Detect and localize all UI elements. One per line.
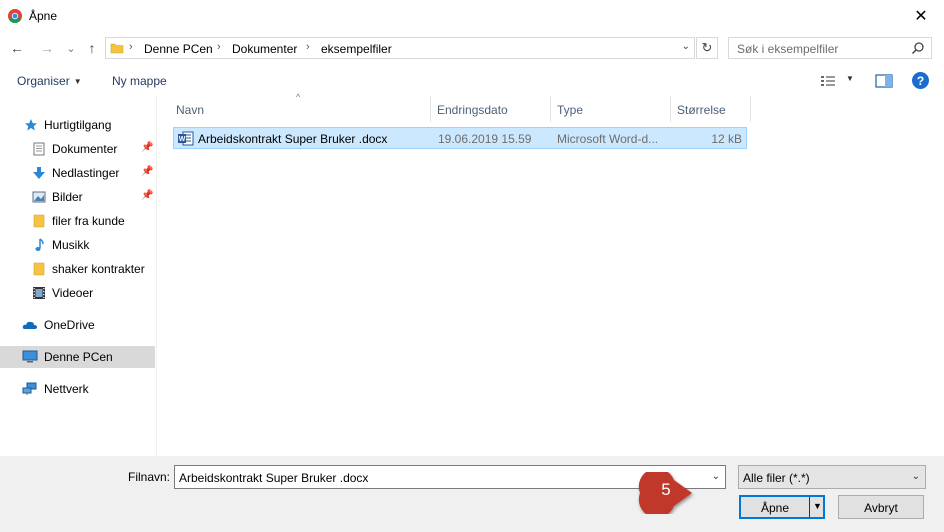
pictures-icon [32, 191, 46, 203]
column-header-type[interactable]: Type [551, 96, 670, 122]
documents-icon [33, 142, 45, 156]
word-document-icon: W [178, 131, 194, 146]
sidebar-item-filer-fra-kunde[interactable]: filer fra kunde [0, 210, 155, 232]
download-icon [33, 167, 45, 179]
network-icon [22, 382, 37, 395]
star-icon [25, 119, 37, 131]
breadcrumb-documents[interactable]: Dokumenter [232, 42, 297, 56]
open-button-label: Åpne [760, 501, 790, 515]
sidebar-item-label: Nettverk [44, 382, 89, 396]
organize-arrow-icon: ▼ [73, 77, 82, 87]
sidebar-item-label: Musikk [52, 238, 90, 252]
view-options-icon[interactable] [820, 74, 836, 88]
sidebar-item-documents[interactable]: Dokumenter 📌 [0, 138, 155, 160]
music-icon [35, 238, 44, 251]
column-header-name[interactable]: Navn [170, 96, 430, 122]
cancel-button-label: Avbryt [864, 501, 898, 515]
open-button[interactable]: Åpne ▼ [739, 495, 825, 519]
sidebar-item-label: shaker kontrakter [52, 262, 145, 276]
sidebar-item-label: Videoer [52, 286, 94, 300]
file-name: Arbeidskontrakt Super Bruker .docx [198, 132, 388, 146]
help-icon[interactable]: ? [912, 72, 929, 89]
title-bar: Åpne ✕ [0, 0, 944, 32]
open-dropdown-icon[interactable]: ▼ [813, 501, 822, 511]
new-folder-button[interactable]: Ny mappe [112, 74, 167, 88]
sidebar-item-videos[interactable]: Videoer [0, 282, 155, 304]
breadcrumb-separator: › [306, 41, 310, 53]
sidebar-item-music[interactable]: Musikk [0, 234, 155, 256]
sidebar-item-label: OneDrive [44, 318, 95, 332]
sidebar-item-this-pc[interactable]: Denne PCen [0, 346, 155, 368]
search-placeholder: Søk i eksempelfiler [737, 42, 839, 56]
sidebar-item-quick-access[interactable]: Hurtigtilgang [0, 114, 155, 136]
sidebar-item-pictures[interactable]: Bilder 📌 [0, 186, 155, 208]
folder-icon [33, 214, 45, 228]
filename-label: Filnavn: [128, 470, 171, 484]
chrome-icon [8, 9, 22, 23]
window-title: Åpne [29, 9, 58, 23]
breadcrumb-this-pc[interactable]: Denne PCen [144, 42, 213, 56]
cancel-button[interactable]: Avbryt [838, 495, 924, 519]
preview-pane-icon[interactable] [875, 74, 893, 88]
file-type-select[interactable]: Alle filer (*.*) ⌄ [738, 465, 926, 489]
breadcrumb-separator: › [129, 41, 133, 53]
pin-icon: 📌 [141, 142, 154, 153]
recent-locations-button[interactable]: ⌄ [62, 40, 80, 56]
search-box[interactable]: Søk i eksempelfiler [728, 37, 932, 59]
sidebar-item-label: Dokumenter [52, 142, 118, 156]
pin-icon: 📌 [141, 166, 154, 177]
step-number: 5 [661, 480, 671, 499]
sidebar-item-downloads[interactable]: Nedlastinger 📌 [0, 162, 155, 184]
sidebar-item-label: Hurtigtilgang [44, 118, 112, 132]
folder-icon [110, 43, 124, 54]
view-dropdown-icon[interactable]: ▼ [846, 74, 854, 83]
sidebar-item-label: Denne PCen [44, 350, 113, 364]
filename-value: Arbeidskontrakt Super Bruker .docx [179, 471, 369, 485]
split-divider [809, 497, 810, 517]
column-header-date[interactable]: Endringsdato [431, 96, 550, 122]
column-header-label: Endringsdato [437, 103, 508, 117]
refresh-button[interactable]: ↻ [696, 37, 718, 59]
file-row[interactable]: W Arbeidskontrakt Super Bruker .docx 19.… [173, 127, 747, 149]
forward-button[interactable]: → [38, 40, 56, 56]
filename-dropdown-icon[interactable]: ⌄ [712, 471, 720, 482]
file-list [158, 96, 944, 456]
sidebar-item-shaker-kontrakter[interactable]: shaker kontrakter [0, 258, 155, 280]
file-size: 12 kB [711, 132, 742, 146]
organize-label: Organiser [17, 74, 70, 88]
video-icon [33, 287, 45, 299]
back-button[interactable]: ← [8, 40, 26, 56]
cloud-icon [22, 321, 37, 329]
folder-icon [33, 262, 45, 276]
column-divider[interactable] [750, 96, 751, 122]
organize-button[interactable]: Organiser ▼ [17, 74, 82, 88]
column-header-label: Type [557, 103, 584, 117]
file-date: 19.06.2019 15.59 [438, 132, 532, 146]
search-icon[interactable] [911, 41, 925, 55]
column-header-size[interactable]: Størrelse [671, 96, 750, 122]
breadcrumb-separator: › [217, 41, 221, 53]
file-type: Microsoft Word-d... [557, 132, 659, 146]
file-type-dropdown-icon: ⌄ [911, 471, 920, 482]
sidebar-item-onedrive[interactable]: OneDrive [0, 314, 155, 336]
column-header-label: Størrelse [677, 103, 726, 117]
column-header-label: Navn [176, 103, 205, 117]
svg-text:W: W [179, 136, 186, 143]
close-button[interactable]: ✕ [898, 0, 944, 32]
navigation-pane: Hurtigtilgang Dokumenter 📌 Nedlastinger … [0, 96, 157, 456]
sidebar-item-label: filer fra kunde [52, 214, 125, 228]
pin-icon: 📌 [141, 190, 154, 201]
file-type-value: Alle filer (*.*) [743, 471, 810, 485]
sidebar-item-label: Bilder [52, 190, 83, 204]
breadcrumb-eksempelfiler[interactable]: eksempelfiler [321, 42, 392, 56]
address-dropdown-icon[interactable]: ⌄ [682, 41, 690, 52]
sidebar-item-network[interactable]: Nettverk [0, 378, 155, 400]
sidebar-item-label: Nedlastinger [52, 166, 120, 180]
up-button[interactable]: ↑ [83, 40, 101, 56]
address-bar[interactable]: › Denne PCen › Dokumenter › eksempelfile… [105, 37, 695, 59]
computer-icon [22, 350, 38, 363]
